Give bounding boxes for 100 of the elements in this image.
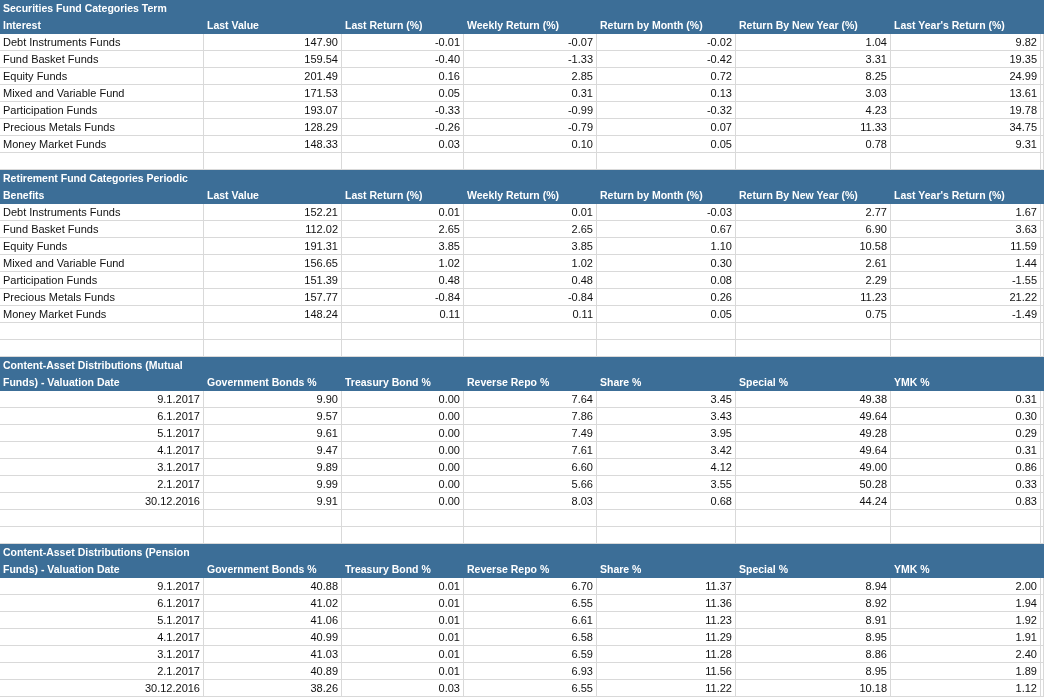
table-cell: 24.99 <box>891 68 1041 85</box>
table-cell: 0.05 <box>597 136 736 153</box>
table-cell: 1.44 <box>891 255 1041 272</box>
table-cell: 7.86 <box>464 408 597 425</box>
table-cell: 2.00 <box>891 578 1041 595</box>
table-cell: 0.13 <box>597 85 736 102</box>
table-cell: 9.61 <box>204 425 342 442</box>
table-cell: 0.48 <box>342 272 464 289</box>
column-header: Last Return (%) <box>344 188 424 203</box>
table-cell: 0.00 <box>342 476 464 493</box>
table-cell: 152.21 <box>204 204 342 221</box>
table-cell: 30.12.2016 <box>0 680 204 697</box>
table-cell: 1.94 <box>891 595 1041 612</box>
table-cell: 0.31 <box>891 442 1041 459</box>
table-cell: 193.07 <box>204 102 342 119</box>
table-cell: 0.72 <box>597 68 736 85</box>
column-header: Return by Month (%) <box>599 18 704 33</box>
table-cell: 1.10 <box>597 238 736 255</box>
table-cell: -1.49 <box>891 306 1041 323</box>
table-cell: 147.90 <box>204 34 342 51</box>
table-cell: 0.05 <box>342 85 464 102</box>
table-cell: 1.89 <box>891 663 1041 680</box>
table-cell: 9.47 <box>204 442 342 459</box>
table-cell: 0.68 <box>597 493 736 510</box>
table-cell: 0.01 <box>342 578 464 595</box>
table-cell: 6.1.2017 <box>0 408 204 425</box>
table-cell: 0.01 <box>342 646 464 663</box>
table-cell: 0.00 <box>342 493 464 510</box>
table-cell: 38.26 <box>204 680 342 697</box>
table-cell: 0.83 <box>891 493 1041 510</box>
table-cell: 40.89 <box>204 663 342 680</box>
table-cell: 8.25 <box>736 68 891 85</box>
table-cell: 0.11 <box>464 306 597 323</box>
table-cell: 41.03 <box>204 646 342 663</box>
table-cell: 9.31 <box>891 136 1041 153</box>
table-cell: 1.04 <box>736 34 891 51</box>
table-cell: Precious Metals Funds <box>0 119 204 136</box>
table-cell: Debt Instruments Funds <box>0 204 204 221</box>
table-cell: 159.54 <box>204 51 342 68</box>
table-cell: 0.00 <box>342 408 464 425</box>
table-cell: 3.43 <box>597 408 736 425</box>
table-cell: 191.31 <box>204 238 342 255</box>
table-cell: 0.10 <box>464 136 597 153</box>
table-cell: 11.28 <box>597 646 736 663</box>
table-cell: -0.32 <box>597 102 736 119</box>
table-cell: 49.64 <box>736 408 891 425</box>
table-cell: 156.65 <box>204 255 342 272</box>
table-cell: 6.55 <box>464 680 597 697</box>
table-cell: 9.91 <box>204 493 342 510</box>
table-cell: 4.1.2017 <box>0 442 204 459</box>
table-cell: 9.90 <box>204 391 342 408</box>
table-cell: 0.48 <box>464 272 597 289</box>
table-cell: 6.58 <box>464 629 597 646</box>
table-cell: 40.99 <box>204 629 342 646</box>
table-cell: -0.42 <box>597 51 736 68</box>
table-cell: 11.29 <box>597 629 736 646</box>
column-header: Share % <box>599 562 643 577</box>
table-cell: 128.29 <box>204 119 342 136</box>
table-cell: 9.1.2017 <box>0 391 204 408</box>
table-cell: 44.24 <box>736 493 891 510</box>
table-cell: 0.01 <box>342 629 464 646</box>
table-cell: -0.84 <box>464 289 597 306</box>
table-cell: 19.35 <box>891 51 1041 68</box>
table-cell: 11.23 <box>597 612 736 629</box>
table-cell: 2.85 <box>464 68 597 85</box>
table-cell: 0.01 <box>342 595 464 612</box>
table-cell: 4.1.2017 <box>0 629 204 646</box>
column-header: Securities Fund Categories Term Interest <box>2 1 168 33</box>
table-cell: 8.91 <box>736 612 891 629</box>
table-cell: 11.33 <box>736 119 891 136</box>
column-header: Reverse Repo % <box>466 375 551 390</box>
table-cell: 0.01 <box>342 204 464 221</box>
table-cell: 3.55 <box>597 476 736 493</box>
column-header: Government Bonds % <box>206 375 318 390</box>
table-cell: Fund Basket Funds <box>0 221 204 238</box>
table-cell: 49.64 <box>736 442 891 459</box>
table-cell: 157.77 <box>204 289 342 306</box>
table-cell: 6.55 <box>464 595 597 612</box>
table-cell: 49.28 <box>736 425 891 442</box>
table-cell: 1.91 <box>891 629 1041 646</box>
table-cell: 4.23 <box>736 102 891 119</box>
table-cell: 3.95 <box>597 425 736 442</box>
table-cell: 171.53 <box>204 85 342 102</box>
table-cell: 0.33 <box>891 476 1041 493</box>
table-cell: 151.39 <box>204 272 342 289</box>
table-cell: 13.61 <box>891 85 1041 102</box>
table-cell: 40.88 <box>204 578 342 595</box>
table-cell: Mixed and Variable Fund <box>0 255 204 272</box>
column-header: Last Value <box>206 18 260 33</box>
table-cell: 0.78 <box>736 136 891 153</box>
table-cell: 5.1.2017 <box>0 612 204 629</box>
column-header: Content-Asset Distributions (Pension Funds) - Valuation Date <box>2 545 191 577</box>
table-cell: -0.33 <box>342 102 464 119</box>
table-cell: 7.64 <box>464 391 597 408</box>
table-cell: Precious Metals Funds <box>0 289 204 306</box>
table-cell: 9.57 <box>204 408 342 425</box>
table-cell: 6.70 <box>464 578 597 595</box>
column-header: Last Return (%) <box>344 18 424 33</box>
table-cell: 7.61 <box>464 442 597 459</box>
table-cell: 6.93 <box>464 663 597 680</box>
